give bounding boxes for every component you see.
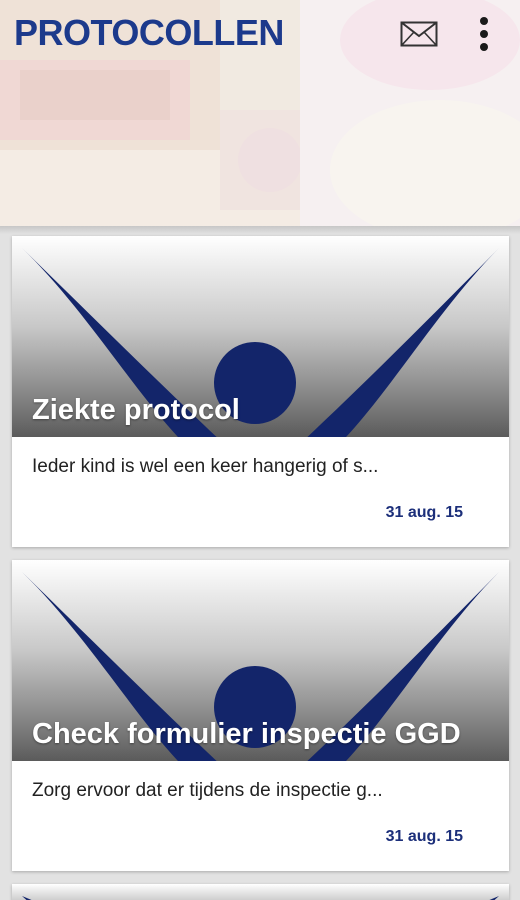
card-image: [12, 884, 509, 900]
header-shadow: [0, 226, 520, 234]
card-excerpt: Ieder kind is wel een keer hangerig of s…: [32, 456, 379, 477]
header-banner: PROTOCOLLEN: [0, 0, 520, 226]
app-title: PROTOCOLLEN: [14, 12, 284, 53]
card-image: Check formulier inspectie GGD: [12, 560, 509, 761]
card-date: 31 aug. 15: [385, 504, 463, 521]
card-image: Ziekte protocol: [12, 236, 509, 437]
overflow-menu-button[interactable]: [468, 12, 500, 56]
more-vert-icon: [480, 17, 488, 51]
card-title: Check formulier inspectie GGD: [32, 718, 461, 750]
protocol-card-partial[interactable]: [12, 884, 509, 900]
envelope-icon: [400, 21, 438, 47]
protocol-card[interactable]: Check formulier inspectie GGD Zorg ervoo…: [12, 560, 509, 871]
card-title: Ziekte protocol: [32, 394, 240, 426]
protocol-card[interactable]: Ziekte protocol Ieder kind is wel een ke…: [12, 236, 509, 547]
card-excerpt: Zorg ervoor dat er tijdens de inspectie …: [32, 780, 383, 801]
card-date: 31 aug. 15: [385, 828, 463, 845]
mail-button[interactable]: [396, 16, 442, 52]
logo-figure-icon: [22, 896, 499, 900]
